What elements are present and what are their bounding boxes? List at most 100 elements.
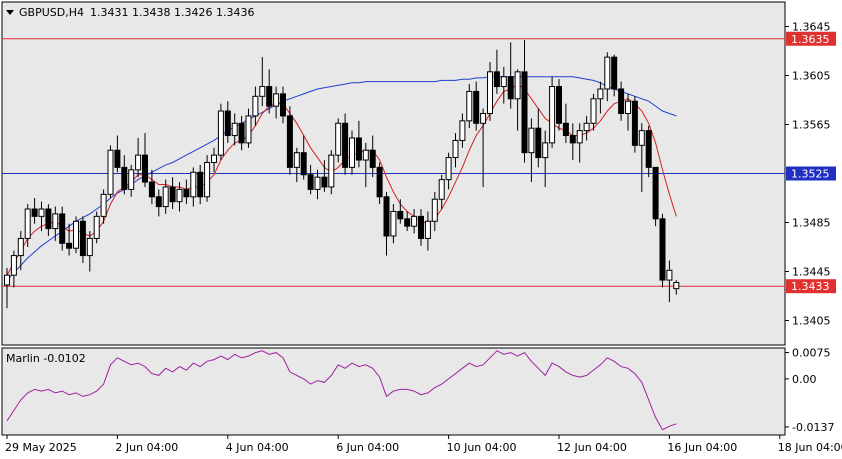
time-axis: 29 May 2025 2 Jun 04:00 4 Jun 04:00 6 Jun 0…	[5, 435, 842, 454]
candle-body	[183, 188, 190, 198]
candle	[217, 103, 224, 161]
candle	[549, 76, 556, 148]
price-tick-label: 1.3445	[792, 266, 831, 279]
time-tick-label: 18 Jun 04:00	[778, 441, 842, 454]
time-tick-label: 4 Jun 04:00	[226, 441, 289, 454]
candle-body	[45, 208, 52, 230]
candle	[631, 96, 638, 153]
candle	[73, 216, 79, 254]
candle-body	[583, 122, 590, 132]
candle-body	[452, 139, 459, 159]
indicator-label: Marlin -0.0102	[6, 352, 86, 365]
candle-body	[369, 149, 376, 168]
candle-body	[349, 137, 355, 168]
candle-body	[259, 86, 266, 97]
candle-body	[307, 174, 314, 190]
candle-body	[549, 86, 556, 144]
trading-chart[interactable]: 1.3635 1.3525 1.3433 1.3645 1.3605 1.3565 1.3…	[0, 0, 842, 459]
candle-body	[528, 127, 535, 154]
candle-body	[79, 220, 86, 257]
candle-body	[397, 210, 404, 220]
candle-body	[142, 154, 148, 183]
osc-tick-label: 0.0075	[792, 347, 831, 360]
candle-body	[556, 86, 562, 124]
time-tick-label: 12 Jun 04:00	[557, 441, 627, 454]
candle-body	[597, 88, 604, 100]
candle-body	[411, 215, 418, 227]
candle-body	[204, 161, 211, 198]
level-price-label: 1.3635	[791, 33, 830, 46]
candle-body	[286, 115, 293, 168]
candle-body	[169, 186, 176, 203]
candle-body	[645, 130, 652, 168]
candle-body	[121, 166, 128, 190]
candle-body	[466, 90, 473, 122]
candle-body	[335, 122, 342, 156]
time-tick-label: 2 Jun 04:00	[115, 441, 178, 454]
candle-body	[4, 274, 10, 286]
level-price-label: 1.3525	[791, 168, 830, 181]
candle-body	[100, 193, 107, 217]
candle	[652, 166, 659, 227]
candle-body	[666, 269, 673, 281]
time-tick-label: 10 Jun 04:00	[447, 441, 517, 454]
candle-body	[500, 76, 507, 88]
candle-body	[473, 90, 480, 124]
oscillator-axis: 0.0075 0.00 -0.0137	[785, 347, 834, 434]
candle-body	[73, 220, 79, 249]
price-tick-label: 1.3405	[792, 315, 831, 328]
candle-body	[280, 93, 286, 117]
candle-body	[321, 176, 328, 188]
candle-body	[659, 218, 666, 281]
symbol-label: GBPUSD,H4	[19, 6, 84, 19]
candle-body	[293, 152, 300, 168]
candle-body	[638, 130, 645, 146]
candle-body	[390, 210, 397, 237]
candle-body	[162, 186, 169, 208]
candle-body	[562, 122, 569, 137]
candle-body	[480, 112, 487, 124]
candle-body	[507, 76, 514, 100]
candle-body	[618, 88, 625, 114]
candle-body	[107, 149, 114, 195]
candle-body	[59, 213, 66, 244]
candle	[659, 213, 666, 288]
candle	[556, 79, 562, 131]
candle-body	[521, 71, 528, 154]
price-tick-label: 1.3605	[792, 70, 831, 83]
candle-body	[459, 120, 466, 141]
time-tick-label: 29 May 2025	[5, 441, 77, 454]
candle-body	[673, 282, 680, 290]
candle-body	[176, 188, 183, 203]
candle-body	[590, 98, 597, 124]
candle-body	[197, 171, 204, 198]
candle-body	[238, 122, 245, 144]
candle-body	[514, 71, 521, 100]
candle-body	[431, 198, 438, 222]
candle-body	[93, 215, 100, 239]
candle-body	[314, 176, 321, 190]
time-tick-label: 16 Jun 04:00	[667, 441, 737, 454]
candle-body	[300, 152, 307, 176]
candle-body	[342, 122, 349, 168]
candle	[93, 211, 100, 244]
candle-body	[493, 71, 500, 88]
candle	[79, 216, 86, 263]
candle-body	[86, 237, 93, 257]
candle-body	[217, 110, 224, 156]
candle-body	[38, 208, 45, 217]
time-tick-label: 6 Jun 04:00	[336, 441, 399, 454]
candle	[204, 155, 211, 202]
candle-body	[404, 218, 411, 227]
candle-body	[52, 213, 59, 230]
candle	[286, 106, 293, 175]
candle-body	[211, 154, 217, 163]
level-price-label: 1.3433	[791, 280, 830, 293]
candle-body	[418, 215, 424, 239]
candle-body	[383, 196, 390, 237]
candle-body	[445, 157, 452, 181]
candle-body	[17, 237, 24, 257]
candle-body	[652, 166, 659, 220]
candle-body	[114, 149, 121, 168]
candle-body	[66, 242, 73, 249]
